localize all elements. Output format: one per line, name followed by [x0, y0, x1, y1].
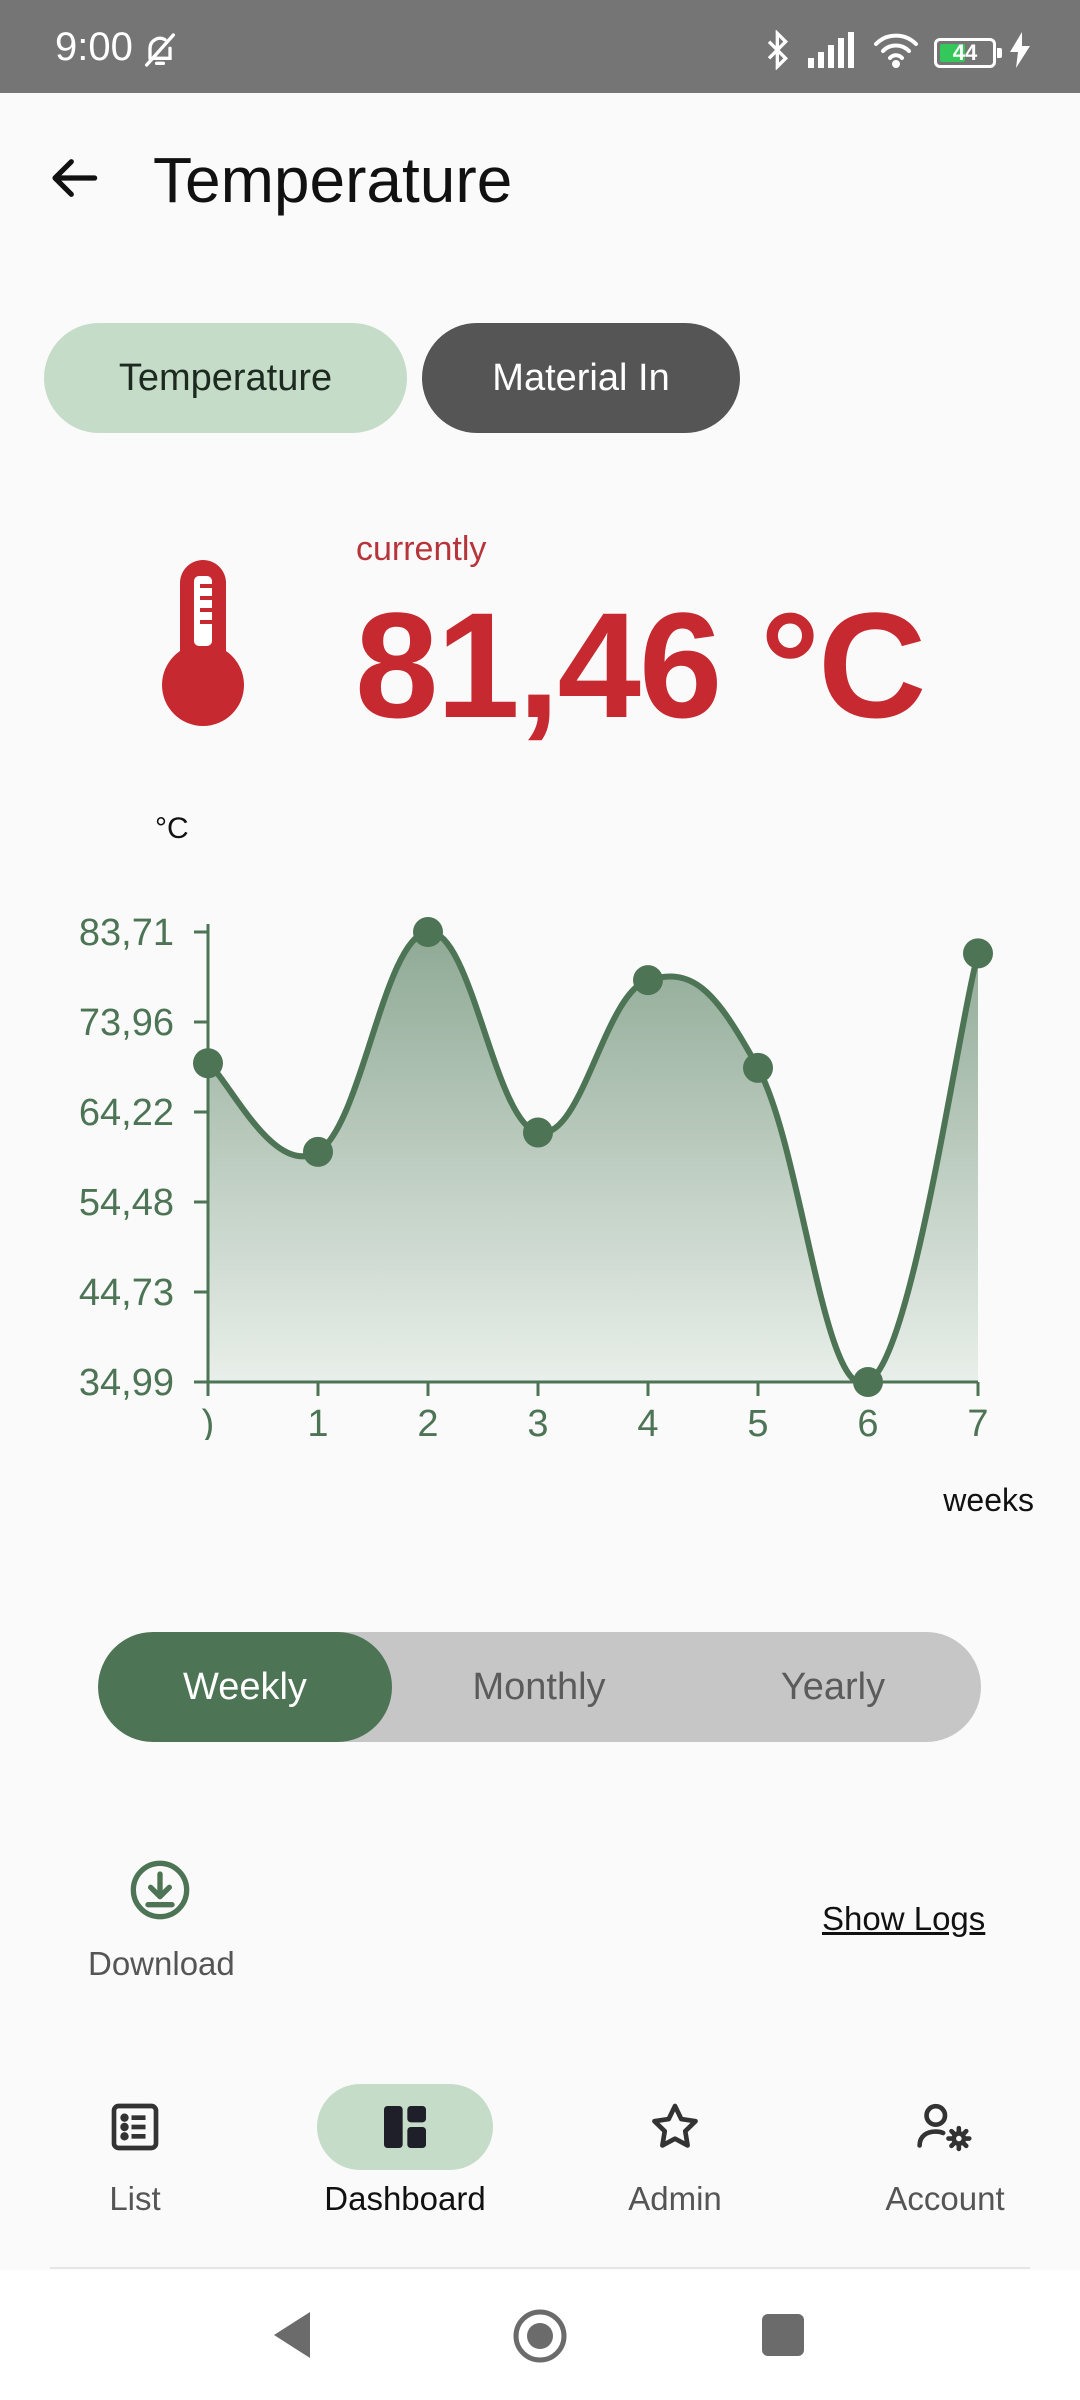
dashboard-icon — [384, 2106, 426, 2148]
status-icons: 44 — [764, 29, 1030, 75]
system-home-icon[interactable] — [512, 2308, 568, 2369]
page-title: Temperature — [153, 144, 513, 216]
x-tick-label: 5 — [747, 1403, 768, 1440]
period-weekly[interactable]: Weekly — [98, 1632, 392, 1742]
download-icon[interactable] — [128, 1858, 192, 1927]
battery-icon: 44 — [934, 37, 1002, 68]
y-tick-label: 34,99 — [79, 1362, 174, 1404]
system-navigation-bar — [0, 2270, 1080, 2400]
x-tick-label: ) — [202, 1403, 215, 1440]
nav-item-account[interactable]: Account — [810, 2070, 1080, 2270]
nav-label-dashboard: Dashboard — [324, 2180, 486, 2217]
x-tick-label: 4 — [637, 1403, 658, 1440]
account-settings-icon — [917, 2103, 972, 2152]
y-tick-label: 54,48 — [79, 1182, 174, 1224]
period-toggle: Weekly Monthly Yearly — [98, 1632, 981, 1742]
nav-item-dashboard[interactable]: Dashboard — [270, 2070, 540, 2270]
y-tick-label: 64,22 — [79, 1092, 174, 1134]
thermometer-icon — [160, 560, 246, 731]
tab-material-in[interactable]: Material In — [422, 323, 740, 433]
bell-muted-icon — [140, 30, 180, 75]
x-tick-label: 7 — [967, 1403, 988, 1440]
status-time: 9:00 — [55, 25, 133, 69]
chart-data-point — [413, 917, 443, 947]
chart-data-point — [523, 1117, 553, 1148]
nav-label-list: List — [109, 2180, 161, 2217]
temperature-chart: 83,71 73,96 64,22 54,48 44,73 34,99 ) 1 2 3 4 5 6 7 — [79, 912, 993, 1440]
bottom-navigation: List Dashboard Admin Account — [0, 2070, 1080, 2270]
current-reading-label: currently — [356, 530, 487, 568]
nav-label-admin: Admin — [628, 2180, 722, 2217]
system-recents-icon[interactable] — [762, 2314, 804, 2356]
show-logs-link[interactable]: Show Logs — [822, 1900, 985, 1938]
y-tick-label: 73,96 — [79, 1002, 174, 1044]
y-tick-label: 83,71 — [79, 912, 174, 954]
download-button[interactable]: Download — [88, 1945, 235, 1983]
chart-data-point — [963, 938, 993, 969]
nav-item-admin[interactable]: Admin — [540, 2070, 810, 2270]
chart-data-point — [743, 1052, 773, 1083]
chart-y-unit: °C — [155, 812, 189, 845]
charging-icon — [1010, 32, 1030, 73]
signal-icon — [808, 32, 858, 73]
back-button[interactable] — [48, 150, 104, 206]
x-tick-label: 6 — [857, 1403, 878, 1440]
battery-level: 44 — [952, 39, 978, 65]
x-tick-label: 1 — [307, 1403, 328, 1440]
chart-data-point — [303, 1136, 333, 1167]
nav-divider — [50, 2267, 1030, 2269]
chart-x-unit: weeks — [943, 1482, 1034, 1518]
system-back-icon[interactable] — [270, 2310, 314, 2365]
nav-label-account: Account — [885, 2180, 1005, 2217]
chart-data-point — [853, 1367, 883, 1397]
list-icon — [111, 2103, 159, 2151]
bluetooth-icon — [764, 29, 794, 75]
x-tick-label: 3 — [527, 1403, 548, 1440]
wifi-icon — [872, 32, 920, 73]
star-icon — [652, 2103, 698, 2148]
status-bar: 9:00 44 — [0, 0, 1080, 93]
x-tick-label: 2 — [417, 1403, 438, 1440]
chart-data-point — [193, 1048, 223, 1079]
nav-item-list[interactable]: List — [0, 2070, 270, 2270]
tab-temperature[interactable]: Temperature — [44, 323, 407, 433]
current-temperature-value: 81,46 °C — [355, 581, 926, 749]
period-yearly[interactable]: Yearly — [686, 1632, 980, 1742]
period-monthly[interactable]: Monthly — [392, 1632, 686, 1742]
y-tick-label: 44,73 — [79, 1272, 174, 1314]
arrow-left-icon — [52, 159, 98, 197]
chart-data-point — [633, 965, 663, 996]
chart-y-ticks: 83,71 73,96 64,22 54,48 44,73 34,99 — [79, 912, 208, 1404]
